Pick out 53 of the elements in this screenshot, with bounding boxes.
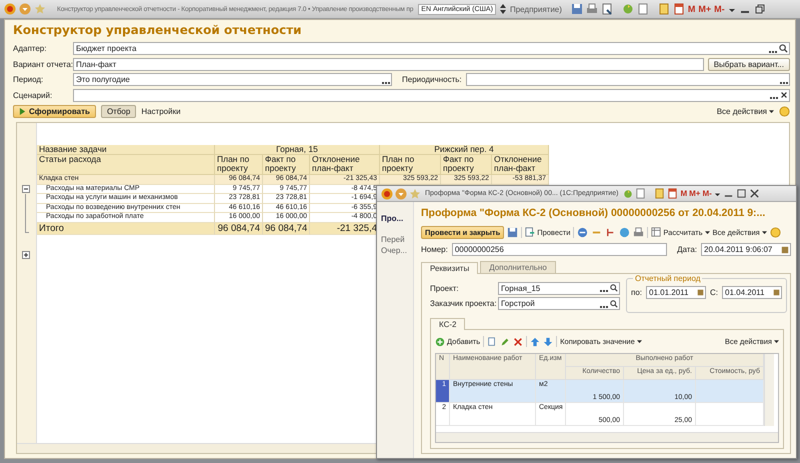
column-header: Факт по проекту	[441, 155, 492, 175]
field-label: Проект:	[430, 284, 460, 292]
column-group-header: Горная, 15	[215, 145, 380, 155]
memory-key[interactable]: M-	[702, 189, 712, 198]
form-title: Проформа "Форма КС-2 (Основной) 00000000256 от 20.04.2011 9:...	[421, 207, 766, 219]
period-field[interactable]: Это полугодие	[73, 73, 392, 86]
memory-key[interactable]: M-	[714, 4, 725, 14]
field-label: Номер:	[421, 245, 448, 254]
column-header: Название задачи	[37, 145, 215, 155]
table-cell: 96 084,74	[263, 222, 310, 234]
form-title: Конструктор управленческой отчетности	[13, 23, 303, 37]
generate-button[interactable]: Сформировать	[13, 105, 96, 118]
all-actions-menu[interactable]: Все действия	[716, 107, 774, 116]
choose-variant-button[interactable]: Выбрать вариант...	[708, 58, 790, 70]
column-header: Отклонение план-факт	[310, 155, 380, 175]
field-label: Период:	[13, 75, 44, 84]
column-header: Статьи расхода	[37, 155, 215, 175]
field-label: Заказчик проекта:	[430, 299, 494, 308]
memory-key[interactable]: M	[680, 189, 688, 198]
column-group-header: Рижский пер. 4	[380, 145, 549, 155]
project-field[interactable]: Горная_15	[498, 282, 620, 294]
column-header: Отклонение план-факт	[492, 155, 549, 175]
navigation-item[interactable]: Про...	[381, 214, 413, 223]
window-title-tail: Предприятие)	[510, 4, 562, 14]
field-label: по:	[631, 288, 642, 296]
adapter-field[interactable]: Бюджет проекта	[73, 42, 790, 55]
memory-key[interactable]: M+	[698, 4, 712, 14]
date-field[interactable]: 20.04.2011 9:06:07	[701, 243, 791, 256]
date-field[interactable]: 01.04.2011	[722, 286, 782, 298]
field-label: Адаптер:	[13, 44, 48, 53]
customer-field[interactable]: Горстрой	[498, 297, 620, 310]
column-header: Факт по проекту	[263, 155, 310, 175]
table-cell: 96 084,74	[215, 222, 263, 234]
column-header: План по проекту	[215, 155, 263, 175]
date-field[interactable]: 01.01.2011	[646, 286, 706, 298]
navigation-item[interactable]: Очер...	[381, 246, 413, 255]
field-label: С:	[710, 288, 718, 296]
tab[interactable]: Реквизиты	[421, 262, 478, 274]
table-cell: Итого	[37, 222, 215, 234]
field-label: Дата:	[677, 245, 697, 254]
number-field[interactable]: 00000000256	[452, 243, 668, 256]
settings-button[interactable]: Настройки	[141, 107, 181, 116]
field-label: Сценарий:	[13, 90, 54, 100]
field-label: Периодичность:	[402, 75, 462, 84]
filter-button[interactable]: Отбор	[100, 105, 136, 118]
tab[interactable]: Дополнительно	[480, 260, 556, 272]
variant-field[interactable]: План-факт	[73, 58, 704, 70]
memory-key[interactable]: M+	[689, 189, 700, 198]
navigation-item[interactable]: Перей	[381, 235, 413, 244]
column-header: План по проекту	[380, 155, 441, 175]
tab[interactable]: КС-2	[430, 318, 466, 330]
group-title: Отчетный период	[633, 274, 702, 282]
memory-key[interactable]: M	[688, 4, 696, 14]
